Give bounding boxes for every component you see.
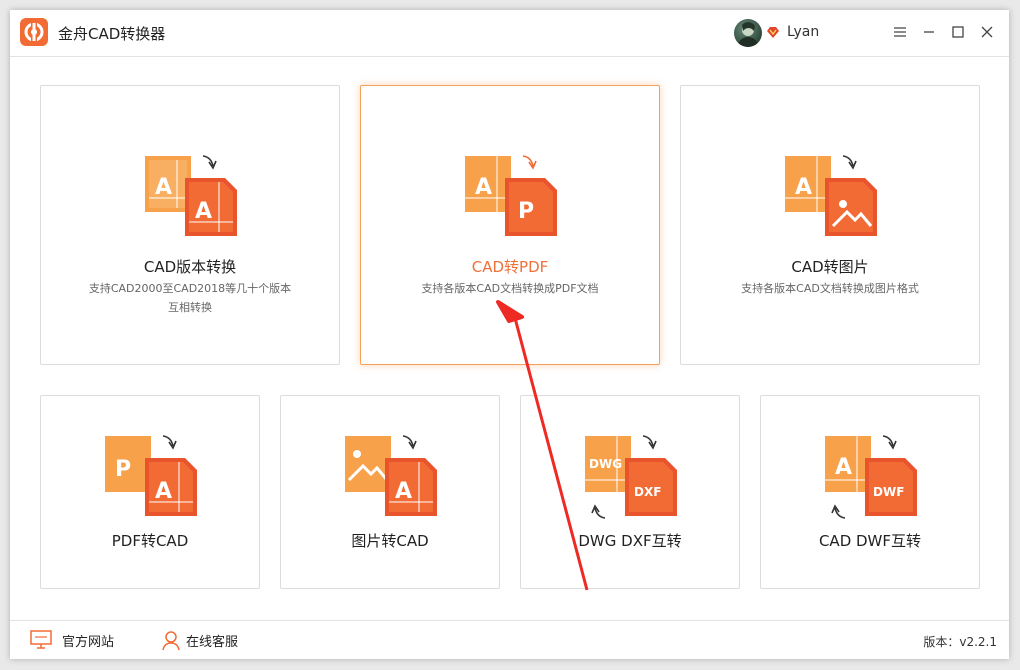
- svg-text:P: P: [518, 199, 534, 224]
- pdf-to-cad-icon: P A: [105, 435, 197, 516]
- app-window: 金舟CAD转换器 Lyan A A CAD版本转换 支持CAD2000至CAD2…: [10, 10, 1009, 659]
- card-title: CAD DWF互转: [818, 532, 922, 550]
- maximize-icon[interactable]: [948, 22, 968, 42]
- card-desc-line2: 互相转换: [168, 301, 212, 314]
- cad-to-pdf-icon: A P: [465, 155, 557, 236]
- card-title: DWG DXF互转: [578, 532, 682, 550]
- official-website-link[interactable]: 官方网站: [62, 631, 114, 650]
- card-pdf-to-cad[interactable]: P A PDF转CAD: [40, 395, 260, 589]
- online-support-link[interactable]: 在线客服: [186, 631, 238, 650]
- svg-text:A: A: [155, 175, 172, 200]
- card-title: CAD版本转换: [143, 258, 237, 276]
- close-icon[interactable]: [977, 22, 997, 42]
- card-desc-line1: 支持各版本CAD文档转换成图片格式: [741, 282, 919, 295]
- card-desc-line1: 支持各版本CAD文档转换成PDF文档: [421, 282, 599, 295]
- svg-text:A: A: [395, 479, 412, 504]
- minimize-icon[interactable]: [919, 22, 939, 42]
- card-title: PDF转CAD: [111, 532, 189, 550]
- svg-text:A: A: [195, 199, 212, 224]
- vip-badge-icon: [767, 27, 779, 38]
- footer: 官方网站 在线客服 版本：v2.2.1: [10, 620, 1009, 660]
- card-cad-dwf-convert[interactable]: A DWF CAD DWF互转: [760, 395, 980, 589]
- cad-version-convert-icon: A A: [145, 155, 237, 236]
- svg-text:A: A: [155, 479, 172, 504]
- app-logo-icon: [20, 18, 48, 46]
- card-cad-to-image[interactable]: A CAD转图片 支持各版本CAD文档转换成图片格式: [680, 85, 980, 365]
- app-title: 金舟CAD转换器: [58, 25, 166, 43]
- menu-icon[interactable]: [890, 22, 910, 42]
- svg-text:A: A: [475, 175, 492, 200]
- badge-dwf: DWF: [873, 485, 904, 499]
- card-cad-to-pdf[interactable]: A P CAD转PDF 支持各版本CAD文档转换成PDF文档: [360, 85, 660, 365]
- monitor-icon: [30, 630, 52, 649]
- card-cad-version-convert[interactable]: A A CAD版本转换 支持CAD2000至CAD2018等几十个版本 互相转换: [40, 85, 340, 365]
- svg-text:A: A: [795, 175, 812, 200]
- customer-service-icon: [162, 631, 180, 651]
- avatar[interactable]: [734, 19, 762, 47]
- card-title: CAD转图片: [791, 258, 869, 276]
- cad-to-image-icon: A: [785, 155, 877, 236]
- version-label: 版本：v2.2.1: [923, 635, 997, 649]
- username[interactable]: Lyan: [787, 24, 819, 40]
- card-dwg-dxf-convert[interactable]: DWG DXF DWG DXF互转: [520, 395, 740, 589]
- card-desc-line1: 支持CAD2000至CAD2018等几十个版本: [88, 282, 292, 295]
- dwg-dxf-convert-icon: DWG DXF: [585, 435, 677, 519]
- badge-dxf: DXF: [634, 485, 661, 499]
- svg-text:A: A: [835, 455, 852, 480]
- card-title: CAD转PDF: [471, 258, 549, 276]
- image-to-cad-icon: A: [345, 435, 437, 516]
- title-bar: 金舟CAD转换器 Lyan: [10, 10, 1009, 57]
- svg-text:P: P: [115, 457, 131, 482]
- cad-dwf-convert-icon: A DWF: [825, 435, 917, 519]
- card-image-to-cad[interactable]: A 图片转CAD: [280, 395, 500, 589]
- card-title: 图片转CAD: [351, 532, 429, 550]
